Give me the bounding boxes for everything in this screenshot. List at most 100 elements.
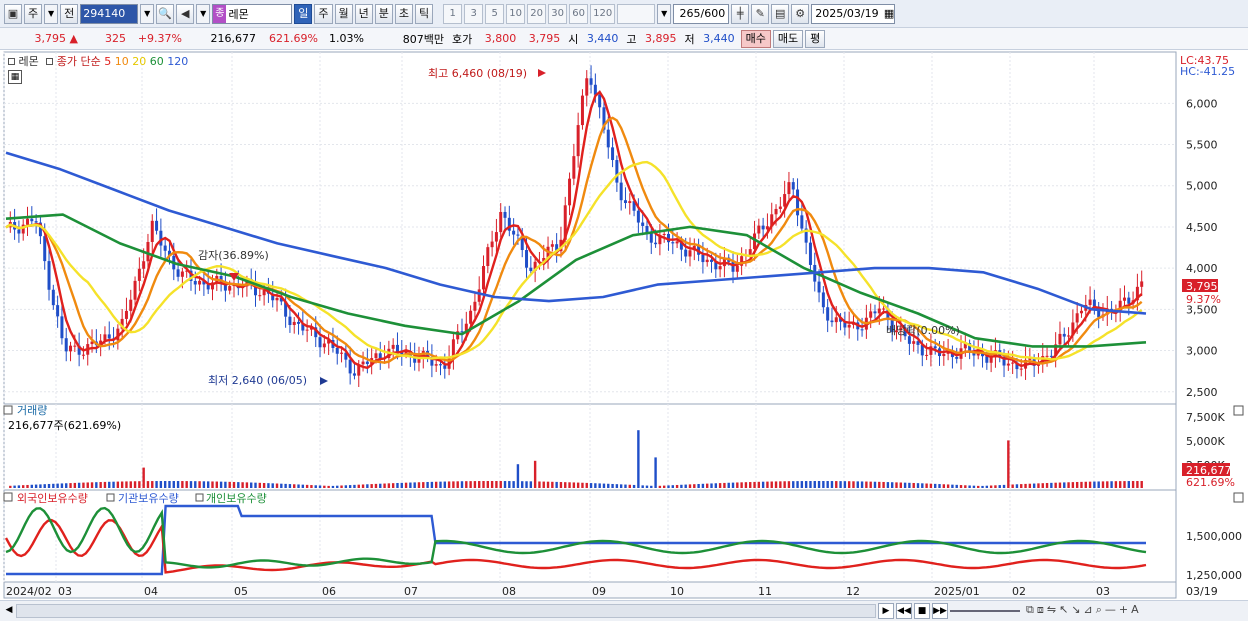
volume-bar — [69, 483, 72, 488]
price-value: 3,795 — [34, 32, 67, 45]
volume-bar — [1123, 481, 1126, 488]
scroll-left-icon[interactable]: ◀ — [2, 604, 16, 618]
interval-1[interactable]: 1 — [443, 3, 463, 24]
candle-body — [322, 343, 326, 348]
calendar-icon[interactable]: ▦ — [884, 5, 894, 23]
candle-body — [1122, 297, 1126, 301]
volume-bar — [331, 485, 335, 488]
search-icon[interactable]: 🔍 — [156, 3, 175, 24]
low-annotation: 최저 2,640 (06/05) — [208, 374, 307, 387]
font-icon[interactable]: A — [1131, 603, 1139, 617]
volume-panel-icon[interactable] — [3, 405, 13, 415]
volume-bar — [533, 460, 537, 488]
volume-bar — [1093, 481, 1096, 488]
line-icon[interactable]: ↘ — [1071, 603, 1080, 617]
buy-button[interactable]: 매수 — [740, 29, 771, 48]
count-total: /600 — [700, 6, 726, 20]
draw-icon[interactable]: ↖ — [1059, 603, 1068, 617]
candle-body — [847, 324, 851, 328]
split-icon[interactable]: ⇋ — [1047, 603, 1056, 617]
fast-forward-icon[interactable]: ▶▶ — [932, 603, 948, 619]
zoom-out-icon[interactable]: — — [1105, 603, 1116, 617]
sell-button[interactable]: 매도 — [772, 29, 804, 48]
volume-bar — [344, 485, 348, 488]
rewind-icon[interactable]: ◀◀ — [896, 603, 912, 619]
volume-bar — [731, 482, 735, 488]
volume-bar — [662, 485, 666, 488]
candle-body — [34, 221, 38, 223]
stock-code-input[interactable]: 294140 — [80, 3, 139, 24]
save-icon[interactable]: ▤ — [771, 3, 790, 24]
magnify-icon[interactable]: ⌕ — [1096, 603, 1102, 617]
zoom-slider[interactable] — [950, 610, 1020, 612]
gear-icon[interactable]: ⚙ — [791, 3, 810, 24]
interval-60[interactable]: 60 — [569, 3, 589, 24]
candle-body — [821, 292, 825, 308]
interval-5[interactable]: 5 — [485, 3, 505, 24]
data-count-input[interactable]: 265/600 — [673, 3, 730, 24]
stock-name-box[interactable]: 종 레몬 — [212, 3, 293, 24]
interval-select[interactable] — [617, 3, 656, 24]
chevron-down-icon[interactable]: ▼ — [44, 3, 59, 24]
prev-button[interactable]: 전 — [60, 3, 79, 24]
interval-30[interactable]: 30 — [548, 3, 568, 24]
chevron-down-icon[interactable]: ▼ — [196, 3, 211, 24]
measure-icon[interactable]: ⊿ — [1084, 603, 1093, 617]
period-day[interactable]: 일 — [294, 3, 313, 24]
layout-icon[interactable]: ⧉ — [1026, 603, 1034, 617]
ask-label: 호가 — [452, 32, 473, 46]
interval-120[interactable]: 120 — [590, 3, 616, 24]
volume-close-icon[interactable] — [1233, 405, 1244, 416]
volume-bar — [749, 482, 752, 488]
speaker-icon[interactable]: ◀ — [176, 3, 195, 24]
volume-bar — [284, 483, 287, 488]
candle-body — [69, 345, 73, 352]
market-select[interactable]: 주 — [24, 3, 43, 24]
candle-type-icon[interactable]: ╪ — [731, 3, 750, 24]
high-annotation: 최고 6,460 (08/19) — [428, 67, 527, 80]
interval-3[interactable]: 3 — [464, 3, 484, 24]
volume-bar — [224, 481, 227, 488]
candle-body — [778, 206, 782, 209]
period-month[interactable]: 월 — [334, 3, 353, 24]
candle-body — [808, 242, 812, 265]
candle-body — [705, 259, 709, 263]
horizontal-scrollbar[interactable] — [16, 604, 876, 618]
candle-body — [826, 307, 830, 321]
period-year[interactable]: 년 — [354, 3, 373, 24]
volume-bar — [490, 481, 494, 488]
period-minute[interactable]: 분 — [374, 3, 393, 24]
interval-20[interactable]: 20 — [527, 3, 547, 24]
scroll-right-icon[interactable]: ▶ — [878, 603, 894, 619]
candle-body — [1006, 363, 1010, 366]
period-second[interactable]: 초 — [394, 3, 413, 24]
price-legend: 레몬 종가 단순 5 10 20 60 120 — [8, 53, 188, 69]
compare-icon[interactable]: ⧈ — [1037, 603, 1044, 617]
window-icon[interactable]: ▣ — [4, 3, 22, 24]
candle-body — [636, 210, 640, 223]
date-input[interactable]: 2025/03/19 ▦ — [811, 3, 896, 24]
chevron-down-icon[interactable]: ▼ — [140, 3, 155, 24]
tools-icon[interactable]: ✎ — [751, 3, 770, 24]
volume-axis-5000k: 5,000K — [1186, 435, 1225, 448]
chart-area[interactable]: 6,0005,5005,0004,5004,0003,5003,0002,500… — [0, 50, 1248, 600]
candle-body — [318, 337, 322, 348]
chevron-down-icon[interactable]: ▼ — [657, 3, 672, 24]
volume-bar — [172, 481, 175, 488]
interval-10[interactable]: 10 — [506, 3, 526, 24]
holdings-close-icon[interactable] — [1233, 492, 1244, 503]
volume-bar — [194, 481, 197, 488]
candle-body — [611, 147, 615, 161]
candle-body — [258, 295, 262, 297]
period-week[interactable]: 주 — [314, 3, 333, 24]
avg-button[interactable]: 평 — [805, 29, 826, 48]
period-tick[interactable]: 틱 — [415, 3, 434, 24]
zoom-in-icon[interactable]: + — [1119, 603, 1128, 617]
stop-icon[interactable]: ■ — [914, 603, 930, 619]
volume-bar — [318, 485, 322, 488]
calculator-icon[interactable]: ▦ — [8, 70, 22, 84]
holdings-panel-icon[interactable] — [3, 492, 13, 502]
volume-bar — [1037, 483, 1040, 488]
open-label: 시 — [568, 32, 579, 46]
x-tick-label: 09 — [592, 585, 606, 598]
